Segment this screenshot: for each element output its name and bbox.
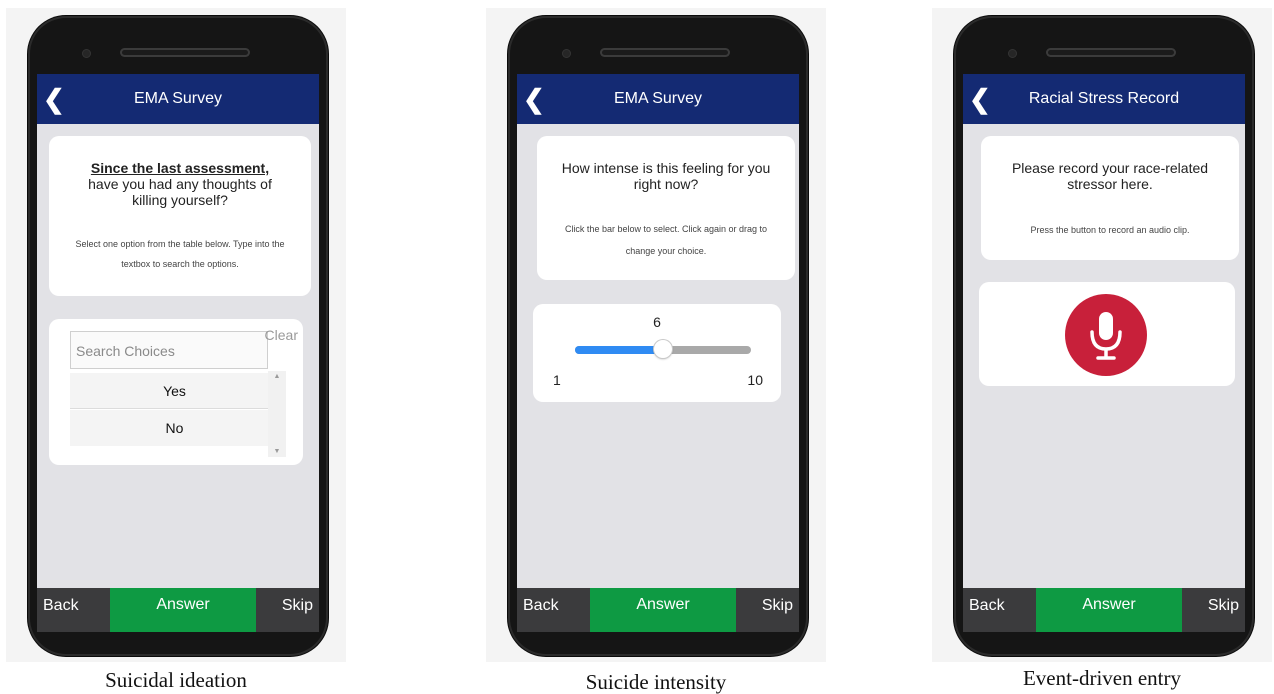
record-audio-button[interactable] bbox=[1065, 294, 1147, 376]
phone-panel-suicidal-ideation: ❮ EMA Survey Since the last assessment, … bbox=[6, 8, 346, 692]
instruction-line: change your choice. bbox=[625, 246, 707, 256]
question-line: Please record your race-related bbox=[1011, 160, 1209, 176]
phone-panel-event-driven-entry: ❮ Racial Stress Record Please record you… bbox=[932, 8, 1272, 690]
back-button[interactable]: Back bbox=[523, 596, 559, 616]
header-bar: ❮ EMA Survey bbox=[517, 74, 799, 124]
phone-screen: ❮ EMA Survey How intense is this feeling… bbox=[517, 74, 799, 632]
header-title: EMA Survey bbox=[613, 90, 703, 107]
answer-button[interactable]: Answer bbox=[590, 588, 736, 632]
phone-frame: ❮ Racial Stress Record Please record you… bbox=[954, 16, 1254, 656]
earpiece-speaker bbox=[120, 48, 250, 57]
question-emphasis: Since the last assessment, bbox=[90, 160, 270, 176]
header-bar: ❮ EMA Survey bbox=[37, 74, 319, 124]
front-camera bbox=[562, 49, 571, 58]
answer-button[interactable]: Answer bbox=[110, 588, 256, 632]
search-placeholder: Search Choices bbox=[76, 343, 175, 359]
panel-caption: Suicide intensity bbox=[585, 670, 727, 694]
header-bar: ❮ Racial Stress Record bbox=[963, 74, 1245, 124]
bottom-nav: Back Answer Skip bbox=[37, 588, 319, 632]
question-card: Since the last assessment, have you had … bbox=[49, 136, 311, 296]
earpiece-speaker bbox=[600, 48, 730, 57]
front-camera bbox=[82, 49, 91, 58]
choice-option-no[interactable]: No bbox=[70, 410, 268, 446]
question-line: have you had any thoughts of bbox=[88, 176, 272, 192]
front-camera bbox=[1008, 49, 1017, 58]
question-line: right now? bbox=[633, 176, 699, 192]
answer-button[interactable]: Answer bbox=[1036, 588, 1182, 632]
slider-thumb[interactable] bbox=[654, 340, 672, 358]
choices-scrollbar[interactable]: ▲ ▼ bbox=[268, 371, 286, 457]
slider-value: 6 bbox=[653, 314, 661, 330]
instruction-line: Select one option from the table below. … bbox=[75, 239, 285, 249]
slider-min-label: 1 bbox=[553, 372, 561, 388]
clear-button[interactable]: Clear bbox=[265, 327, 298, 343]
slider-max-label: 10 bbox=[747, 372, 763, 388]
question-line: stressor here. bbox=[1067, 176, 1153, 192]
question-card: How intense is this feeling for you righ… bbox=[537, 136, 795, 280]
instruction-line: textbox to search the options. bbox=[121, 259, 239, 269]
slider-track[interactable] bbox=[575, 340, 751, 358]
record-card bbox=[979, 282, 1235, 386]
back-button[interactable]: Back bbox=[969, 596, 1005, 616]
earpiece-speaker bbox=[1046, 48, 1176, 57]
slider-fill bbox=[575, 346, 663, 354]
instruction-line: Press the button to record an audio clip… bbox=[1030, 225, 1190, 235]
panel-caption: Suicidal ideation bbox=[105, 668, 247, 692]
phone-screen: ❮ EMA Survey Since the last assessment, … bbox=[37, 74, 319, 632]
header-title: EMA Survey bbox=[133, 90, 223, 107]
question-line: killing yourself? bbox=[132, 192, 228, 208]
choice-option-yes[interactable]: Yes bbox=[70, 373, 268, 409]
phone-frame: ❮ EMA Survey Since the last assessment, … bbox=[28, 16, 328, 656]
skip-button[interactable]: Skip bbox=[762, 596, 793, 616]
instruction-line: Click the bar below to select. Click aga… bbox=[564, 224, 768, 234]
phone-panel-suicide-intensity: ❮ EMA Survey How intense is this feeling… bbox=[486, 8, 826, 694]
skip-button[interactable]: Skip bbox=[282, 596, 313, 616]
scroll-down-arrow-icon[interactable]: ▼ bbox=[268, 448, 286, 455]
back-button[interactable]: Back bbox=[43, 596, 79, 616]
choices-card: Search Choices Clear Yes No ▲ ▼ bbox=[49, 319, 303, 465]
panel-caption: Event-driven entry bbox=[1022, 666, 1182, 690]
bottom-nav: Back Answer Skip bbox=[963, 588, 1245, 632]
search-input[interactable]: Search Choices bbox=[70, 331, 268, 369]
slider-card: 6 1 10 bbox=[533, 304, 781, 402]
phone-frame: ❮ EMA Survey How intense is this feeling… bbox=[508, 16, 808, 656]
header-title: Racial Stress Record bbox=[1028, 90, 1180, 107]
skip-button[interactable]: Skip bbox=[1208, 596, 1239, 616]
question-card: Please record your race-related stressor… bbox=[981, 136, 1239, 260]
question-line: How intense is this feeling for you bbox=[561, 160, 771, 176]
bottom-nav: Back Answer Skip bbox=[517, 588, 799, 632]
microphone-icon bbox=[1090, 312, 1122, 360]
scroll-up-arrow-icon[interactable]: ▲ bbox=[268, 373, 286, 380]
phone-screen: ❮ Racial Stress Record Please record you… bbox=[963, 74, 1245, 632]
